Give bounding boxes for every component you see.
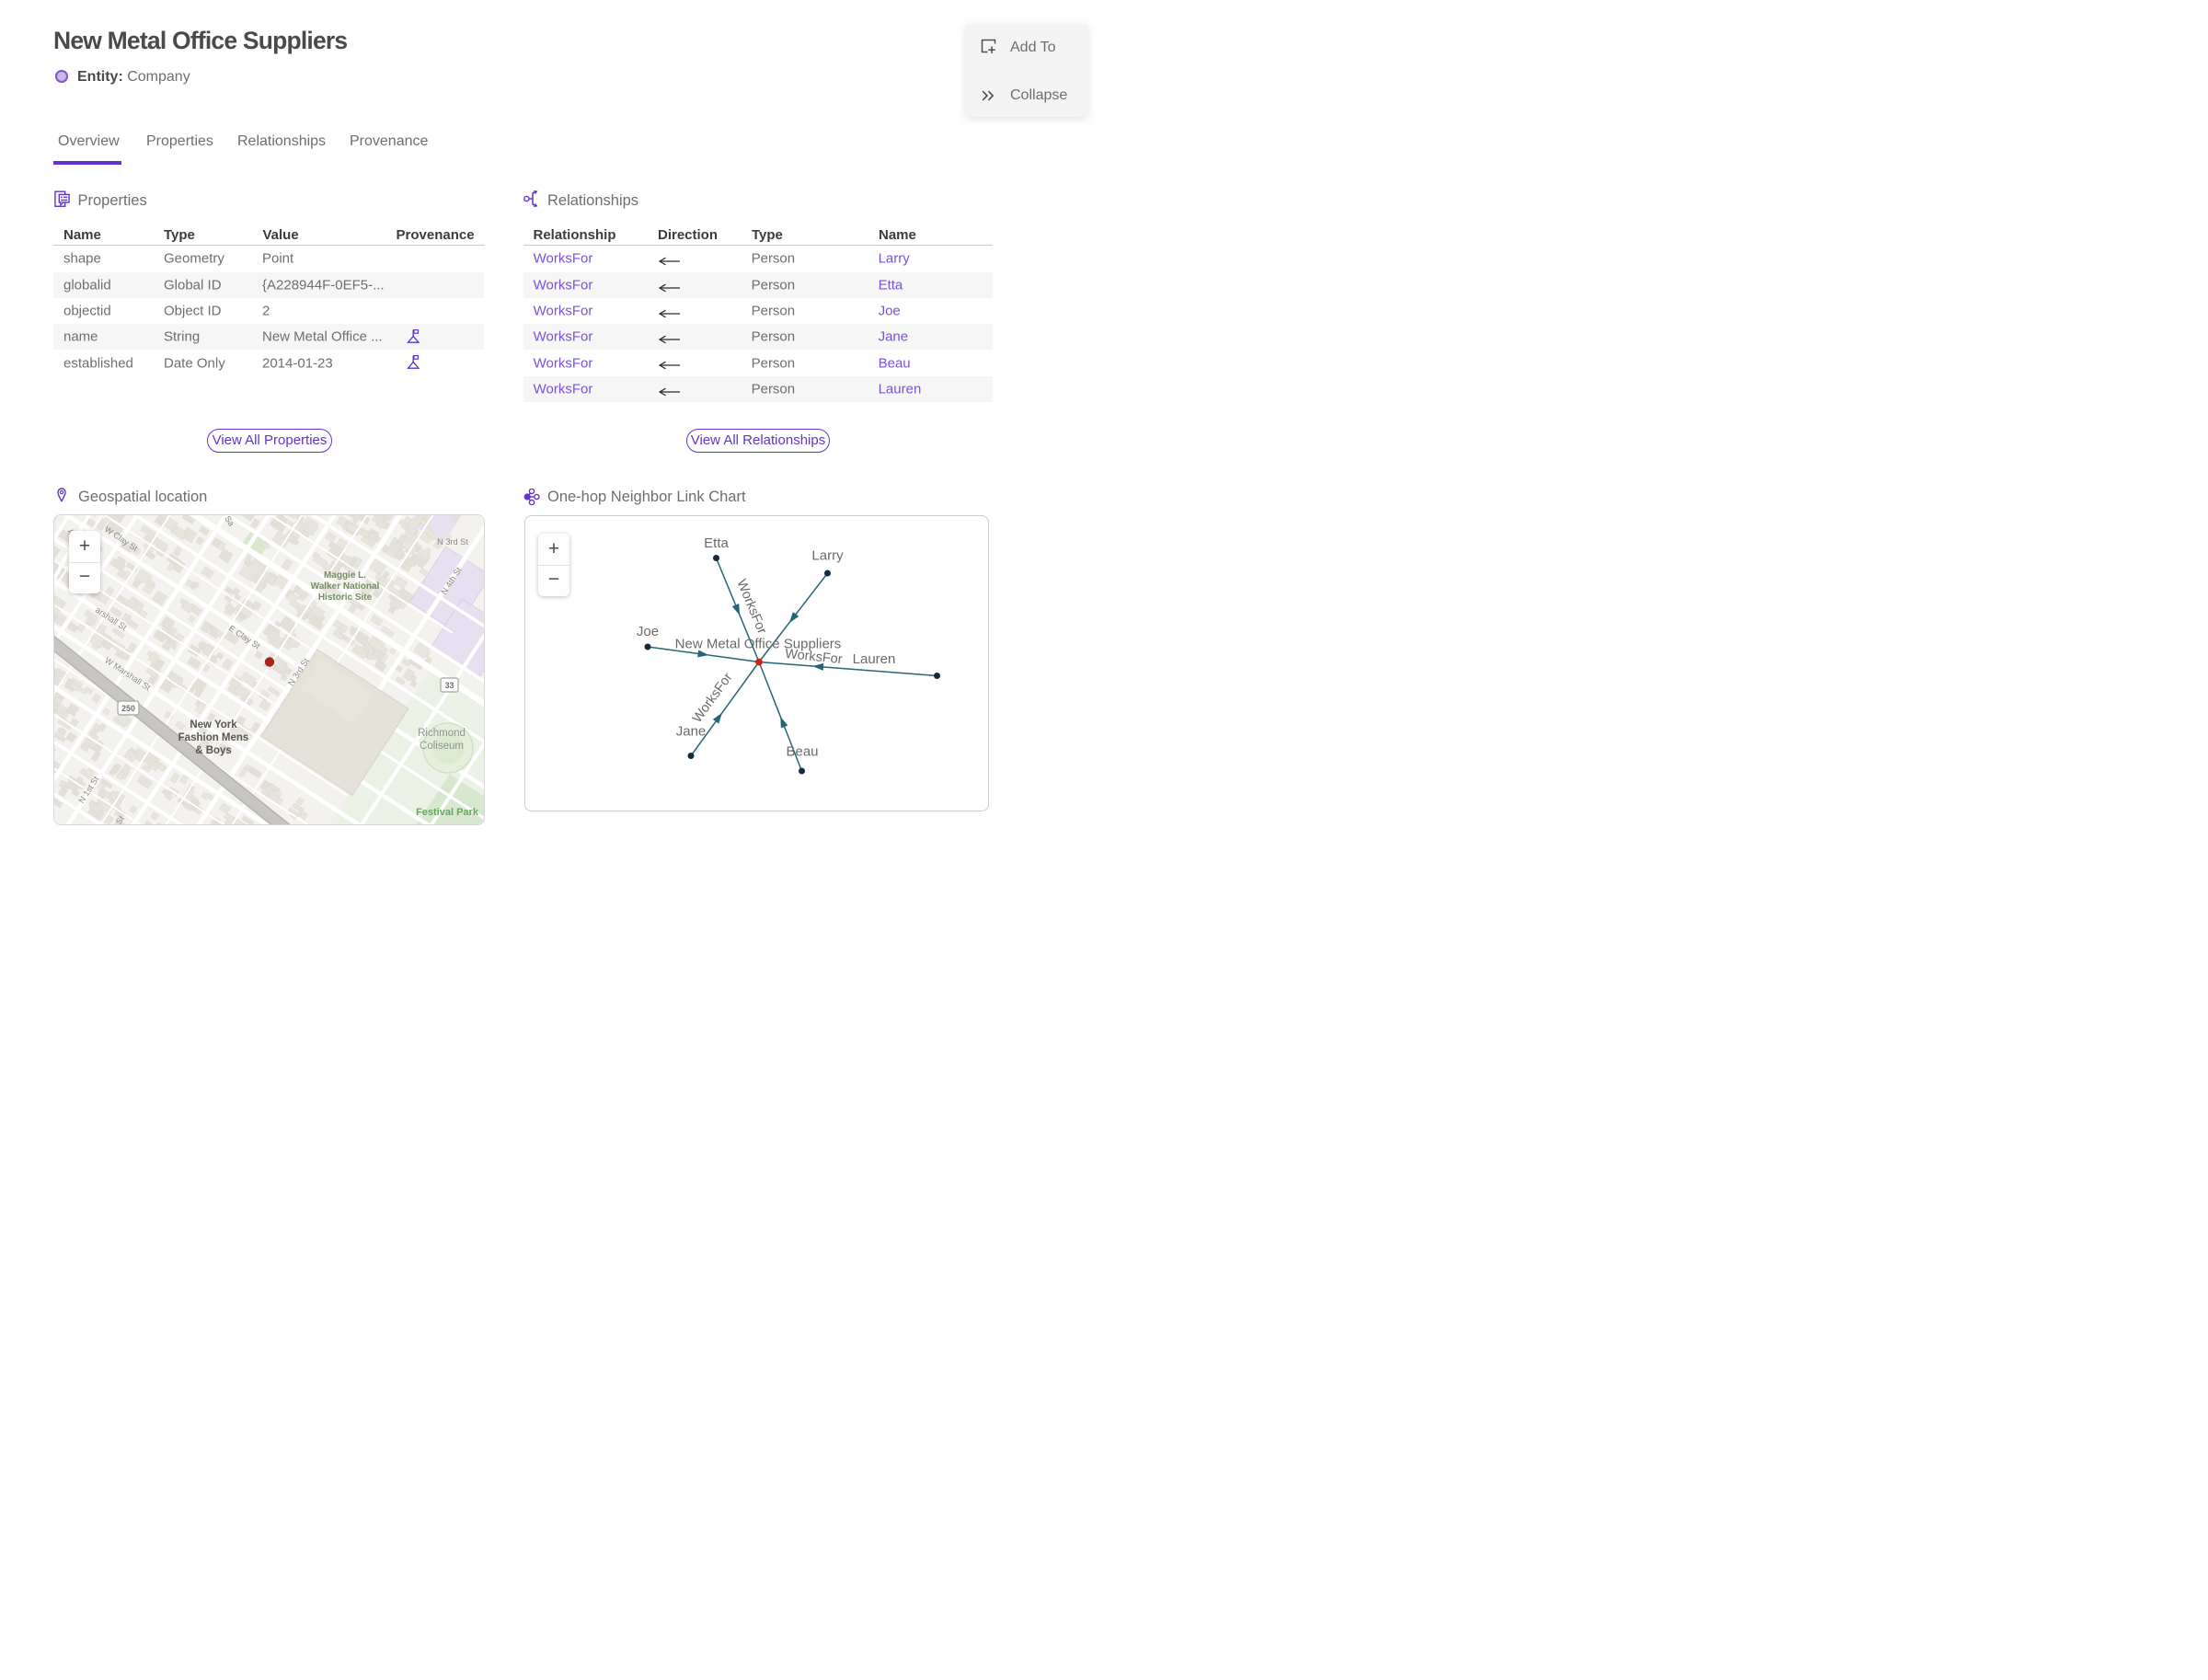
svg-text:250: 250 [121, 704, 135, 713]
svg-text:Beau: Beau [786, 744, 818, 760]
svg-text:Historic Site: Historic Site [318, 593, 373, 603]
svg-text:Joe: Joe [637, 624, 659, 639]
svg-text:& Boys: & Boys [195, 745, 232, 756]
svg-text:Lauren: Lauren [853, 651, 896, 667]
svg-text:Walker National: Walker National [311, 581, 380, 592]
svg-text:New York: New York [190, 719, 237, 731]
svg-text:Coliseum: Coliseum [420, 741, 464, 752]
svg-text:33: 33 [445, 681, 454, 690]
svg-text:Jane: Jane [676, 724, 707, 740]
svg-text:New Metal Office Suppliers: New Metal Office Suppliers [675, 637, 842, 652]
svg-text:Maggie L.: Maggie L. [324, 570, 366, 581]
svg-text:WorksFor: WorksFor [690, 671, 736, 726]
svg-text:N 3rd St: N 3rd St [437, 537, 468, 547]
svg-text:Festival Park: Festival Park [416, 807, 479, 818]
svg-text:Etta: Etta [704, 535, 729, 551]
svg-text:Richmond: Richmond [418, 728, 466, 739]
svg-text:Larry: Larry [811, 548, 844, 564]
svg-text:Fashion Mens: Fashion Mens [178, 732, 249, 743]
